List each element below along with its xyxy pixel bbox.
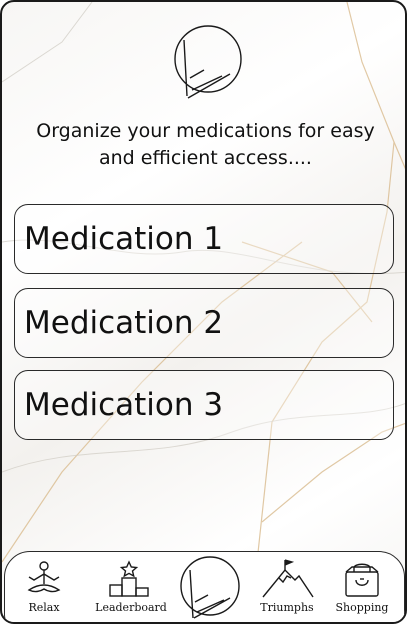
nav-item-triumphs[interactable]: Triumphs (251, 558, 323, 620)
app-screen: Organize your medications for easy and e… (0, 0, 407, 624)
medication-3-button[interactable]: Medication 3 (14, 370, 394, 440)
nav-item-leaderboard[interactable]: Leaderboard (91, 558, 171, 620)
medication-1-button[interactable]: Medication 1 (14, 204, 394, 274)
subtitle-line-2: and efficient access.... (99, 147, 312, 169)
shopping-bag-icon (345, 563, 379, 597)
podium-icon (109, 560, 149, 597)
nav-item-shopping[interactable]: Shopping (331, 558, 393, 620)
nav-label-shopping: Shopping (335, 601, 389, 614)
page-subtitle: Organize your medications for easy and e… (22, 118, 389, 172)
medication-label: Medication 1 (24, 221, 224, 257)
nav-item-relax[interactable]: Relax (19, 558, 69, 620)
mountain-flag-icon (262, 559, 314, 598)
subtitle-line-1: Organize your medications for easy (36, 120, 375, 142)
medication-2-button[interactable]: Medication 2 (14, 288, 394, 358)
meditation-icon (27, 561, 61, 593)
bottom-nav-bar: Relax Leaderboard Triumphs Shopping (4, 551, 405, 622)
nav-label-relax: Relax (28, 601, 60, 614)
brand-logo-icon (180, 556, 240, 619)
nav-label-leaderboard: Leaderboard (95, 601, 167, 614)
medication-label: Medication 2 (24, 305, 224, 341)
nav-label-triumphs: Triumphs (260, 601, 314, 614)
nav-item-home[interactable] (178, 554, 242, 620)
medication-label: Medication 3 (24, 387, 224, 423)
brand-logo-icon (174, 25, 242, 99)
